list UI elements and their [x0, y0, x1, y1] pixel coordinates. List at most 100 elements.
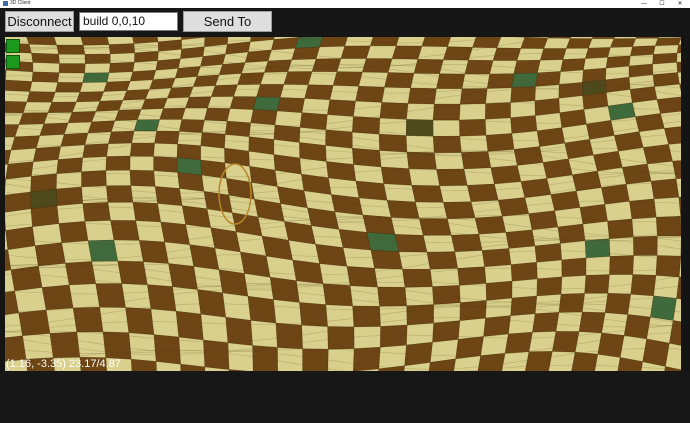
terrain-tile	[181, 107, 208, 121]
terrain-tile	[508, 245, 538, 266]
terrain-tile	[106, 142, 133, 157]
terrain-tile	[653, 196, 681, 218]
terrain-tile	[394, 234, 428, 253]
terrain-tile	[439, 59, 469, 75]
terrain-tile	[153, 156, 179, 173]
terrain-tile	[114, 109, 142, 122]
terrain-tile	[534, 84, 560, 102]
terrain-tile	[609, 255, 635, 275]
terrain-canvas[interactable]	[5, 37, 681, 371]
terrain-tile	[609, 38, 637, 48]
terrain-tile	[485, 133, 515, 152]
terrain-tile	[383, 183, 416, 203]
terrain-tile	[417, 45, 448, 61]
terrain-tile	[353, 100, 383, 119]
terrain-tile	[275, 322, 304, 350]
terrain-tile	[501, 213, 533, 233]
terrain-tile	[41, 284, 74, 311]
terrain-tile	[582, 220, 610, 242]
terrain-tile	[579, 203, 608, 225]
terrain-tile	[676, 52, 681, 63]
terrain-tile	[459, 103, 486, 121]
terrain-tile	[130, 358, 157, 371]
terrain-tile	[154, 186, 183, 207]
command-input[interactable]: build 0,0,10	[79, 12, 178, 31]
terrain-tile	[379, 324, 408, 348]
terrain-tile	[366, 232, 400, 253]
minimize-icon[interactable]: —	[638, 0, 650, 8]
terrain-tile	[68, 283, 101, 309]
terrain-tile	[301, 98, 331, 115]
terrain-tile	[481, 248, 512, 268]
terrain-tile	[136, 108, 164, 121]
terrain-tile	[415, 201, 448, 220]
terrain-tile	[57, 144, 86, 160]
terrain-tile	[604, 292, 632, 315]
terrain-tile	[525, 351, 553, 371]
terrain-tile	[329, 85, 360, 102]
terrain-tile	[381, 86, 411, 104]
terrain-tile	[485, 280, 513, 301]
terrain-tile	[358, 71, 389, 88]
terrain-tile	[54, 82, 84, 93]
terrain-tile	[47, 101, 77, 114]
terrain-tile	[302, 348, 329, 371]
terrain-tile	[26, 37, 58, 46]
terrain-tile	[105, 169, 132, 187]
disconnect-button[interactable]: Disconnect	[5, 11, 74, 32]
terrain-tile	[406, 103, 435, 121]
terrain-tile	[250, 109, 278, 126]
terrain-tile	[601, 312, 629, 336]
terrain-tile	[561, 257, 587, 278]
terrain-tile	[327, 99, 356, 117]
terrain-tile	[650, 295, 677, 321]
send-to-server-button[interactable]: Send To Server	[183, 11, 272, 48]
terrain-tile	[439, 185, 472, 203]
terrain-tile	[594, 353, 621, 371]
terrain-tile	[256, 84, 285, 98]
terrain-tile	[552, 331, 580, 353]
terrain-tile	[604, 200, 633, 222]
terrain-tile	[31, 71, 60, 83]
terrain-tile	[510, 115, 538, 134]
terrain-tile	[39, 122, 69, 137]
terrain-tile	[157, 203, 187, 225]
terrain-tile	[463, 167, 495, 186]
terrain-tile	[384, 72, 415, 89]
terrain-tile	[355, 180, 388, 201]
terrain-tile	[325, 304, 355, 328]
terrain-tile	[108, 130, 135, 145]
terrain-tile	[22, 333, 54, 360]
terrain-tile	[26, 91, 56, 103]
terrain-tile	[349, 285, 380, 307]
terrain-tile	[81, 156, 107, 173]
terrain-tile	[494, 181, 526, 201]
terrain-tile	[56, 157, 84, 175]
terrain-tile	[543, 37, 571, 49]
terrain-tile	[65, 261, 97, 286]
terrain-tile	[58, 221, 89, 244]
terrain-tile	[576, 187, 606, 208]
close-icon[interactable]: ✕	[674, 0, 686, 8]
terrain-tile	[406, 151, 437, 170]
terrain-tile	[426, 251, 459, 270]
terrain-tile	[135, 220, 165, 243]
title-bar: 3D Client — ☐ ✕	[0, 0, 690, 8]
terrain-tile	[274, 110, 303, 128]
terrain-tile	[631, 216, 658, 238]
terrain-tile	[301, 324, 329, 350]
terrain-tile	[162, 96, 190, 109]
terrain-tile	[560, 275, 587, 295]
terrain-tile	[319, 37, 348, 48]
terrain-tile	[35, 134, 65, 149]
terrain-tile	[395, 37, 426, 47]
3d-viewport[interactable]	[5, 37, 681, 371]
terrain-tile	[584, 274, 610, 294]
terrain-tile	[204, 107, 231, 122]
terrain-tile	[129, 155, 155, 172]
terrain-tile	[422, 234, 456, 253]
terrain-tile	[432, 119, 461, 137]
maximize-icon[interactable]: ☐	[656, 0, 668, 8]
terrain-tile	[484, 264, 513, 284]
terrain-tile	[244, 273, 274, 300]
